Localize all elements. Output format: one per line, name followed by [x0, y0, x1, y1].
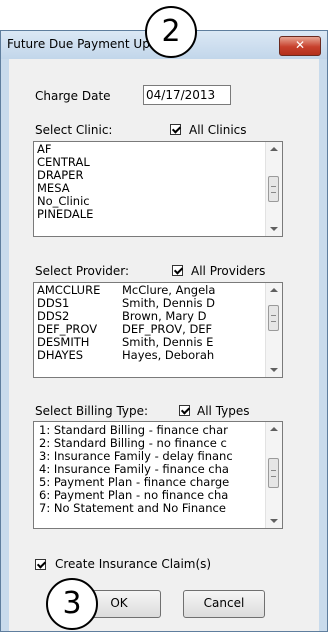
provider-code: DDS1 [37, 296, 70, 310]
charge-date-label: Charge Date [35, 89, 111, 103]
all-clinics-checkbox[interactable] [170, 124, 181, 135]
future-due-payment-dialog: Future Due Payment Update ✕ Charge Date … [0, 30, 328, 632]
clinic-scrollbar[interactable] [265, 142, 282, 236]
scroll-thumb[interactable] [268, 305, 279, 331]
scroll-down-icon[interactable] [270, 227, 278, 231]
scroll-up-icon[interactable] [270, 427, 278, 431]
close-button[interactable]: ✕ [279, 36, 321, 56]
all-types-checkbox[interactable] [179, 405, 190, 416]
provider-code: AMCCLURE [37, 283, 101, 297]
billing-type-listbox[interactable]: 1: Standard Billing - finance char 2: Sta… [33, 421, 283, 529]
dialog-body: Charge Date 04/17/2013 Select Clinic: Al… [9, 59, 319, 631]
scroll-thumb[interactable] [268, 176, 279, 202]
provider-code: DEF_PROV [37, 322, 98, 336]
step-callout-3: 3 [46, 578, 98, 630]
provider-code: DHAYES [37, 348, 84, 362]
provider-scrollbar[interactable] [265, 283, 282, 377]
scroll-up-icon[interactable] [270, 288, 278, 292]
scroll-down-icon[interactable] [270, 368, 278, 372]
create-claims-checkbox[interactable] [35, 559, 46, 570]
all-providers-checkbox[interactable] [172, 265, 183, 276]
all-types-label: All Types [197, 404, 250, 418]
billing-type-item[interactable]: 7: No Statement and No Finance [36, 502, 282, 515]
provider-listbox[interactable]: AMCCLURE McClure, Angela DDS1 Smith, Dennis… [33, 282, 283, 378]
select-clinic-label: Select Clinic: [35, 123, 113, 137]
scroll-down-icon[interactable] [270, 519, 278, 523]
select-billing-type-label: Select Billing Type: [35, 404, 149, 418]
provider-name: Hayes, Deborah [122, 348, 215, 362]
charge-date-input[interactable]: 04/17/2013 [143, 85, 231, 105]
scroll-thumb[interactable] [268, 458, 279, 488]
close-icon: ✕ [294, 38, 306, 52]
create-claims-label: Create Insurance Claim(s) [55, 557, 212, 571]
provider-code: DDS2 [37, 309, 70, 323]
all-clinics-label: All Clinics [189, 123, 247, 137]
provider-list-item[interactable]: DHAYES Hayes, Deborah [34, 349, 282, 362]
step-callout-2: 2 [145, 6, 197, 58]
cancel-button[interactable]: Cancel [183, 590, 265, 618]
select-provider-label: Select Provider: [35, 264, 130, 278]
clinic-list-item[interactable]: PINEDALE [34, 208, 282, 221]
clinic-list-item[interactable]: DRAPER [34, 169, 282, 182]
all-providers-label: All Providers [191, 264, 266, 278]
scroll-up-icon[interactable] [270, 147, 278, 151]
provider-code: DESMITH [37, 335, 90, 349]
clinic-listbox[interactable]: AF CENTRAL DRAPER MESA No_Clinic PINEDALE [33, 141, 283, 237]
billing-scrollbar[interactable] [265, 422, 282, 528]
